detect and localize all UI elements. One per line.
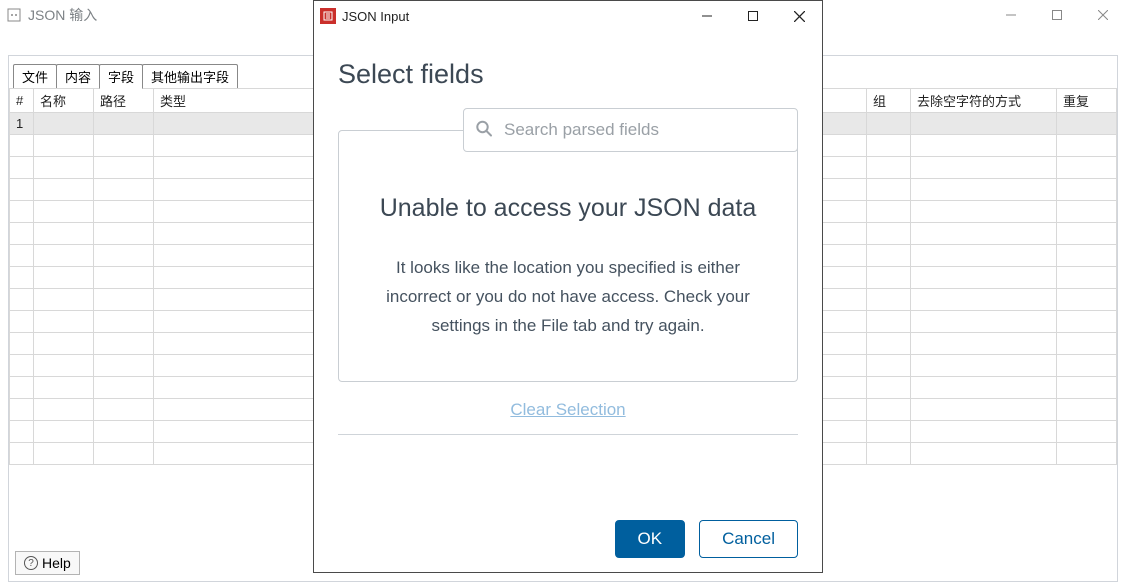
col-trim[interactable]: 去除空字符的方式 xyxy=(911,89,1057,113)
json-input-app-icon xyxy=(6,7,22,23)
tab-extra-output[interactable]: 其他输出字段 xyxy=(142,64,238,88)
dlg-window-controls xyxy=(684,1,822,31)
dlg-footer: OK Cancel xyxy=(314,506,822,572)
error-body: It looks like the location you specified… xyxy=(369,254,767,341)
bg-window-controls xyxy=(988,0,1126,30)
dlg-maximize-button[interactable] xyxy=(730,1,776,31)
tab-file[interactable]: 文件 xyxy=(13,64,57,88)
cell-repeat xyxy=(1057,113,1117,135)
cell-path xyxy=(94,113,154,135)
dlg-body: Select fields Unable to access your JSON… xyxy=(314,31,822,506)
dlg-minimize-button[interactable] xyxy=(684,1,730,31)
ok-button[interactable]: OK xyxy=(615,520,686,558)
help-label: Help xyxy=(42,555,71,571)
col-num[interactable]: # xyxy=(10,89,34,113)
dlg-titlebar[interactable]: JSON Input xyxy=(314,1,822,31)
tab-content[interactable]: 内容 xyxy=(56,64,100,88)
dlg-heading: Select fields xyxy=(338,59,798,90)
dlg-title: JSON Input xyxy=(342,9,409,24)
help-button[interactable]: ? Help xyxy=(15,551,80,575)
bg-maximize-button[interactable] xyxy=(1034,0,1080,30)
clear-selection-link[interactable]: Clear Selection xyxy=(338,400,798,420)
col-name[interactable]: 名称 xyxy=(34,89,94,113)
cell-group xyxy=(867,113,911,135)
cell-name xyxy=(34,113,94,135)
search-icon xyxy=(475,120,493,141)
help-icon: ? xyxy=(24,556,38,570)
json-app-icon xyxy=(320,8,336,24)
cell-trim xyxy=(911,113,1057,135)
dlg-divider xyxy=(338,434,798,435)
search-wrap xyxy=(463,108,798,152)
error-title: Unable to access your JSON data xyxy=(369,191,767,226)
bg-title: JSON 输入 xyxy=(28,5,97,25)
col-path[interactable]: 路径 xyxy=(94,89,154,113)
cell-num: 1 xyxy=(10,113,34,135)
json-input-dialog: JSON Input Select fields Unable to acces… xyxy=(313,0,823,573)
bg-minimize-button[interactable] xyxy=(988,0,1034,30)
search-row xyxy=(338,108,798,152)
col-repeat[interactable]: 重复 xyxy=(1057,89,1117,113)
dlg-close-button[interactable] xyxy=(776,1,822,31)
col-group[interactable]: 组 xyxy=(867,89,911,113)
search-input[interactable] xyxy=(463,108,798,152)
bg-close-button[interactable] xyxy=(1080,0,1126,30)
tab-fields[interactable]: 字段 xyxy=(99,64,143,89)
error-panel: Unable to access your JSON data It looks… xyxy=(338,130,798,382)
cancel-button[interactable]: Cancel xyxy=(699,520,798,558)
